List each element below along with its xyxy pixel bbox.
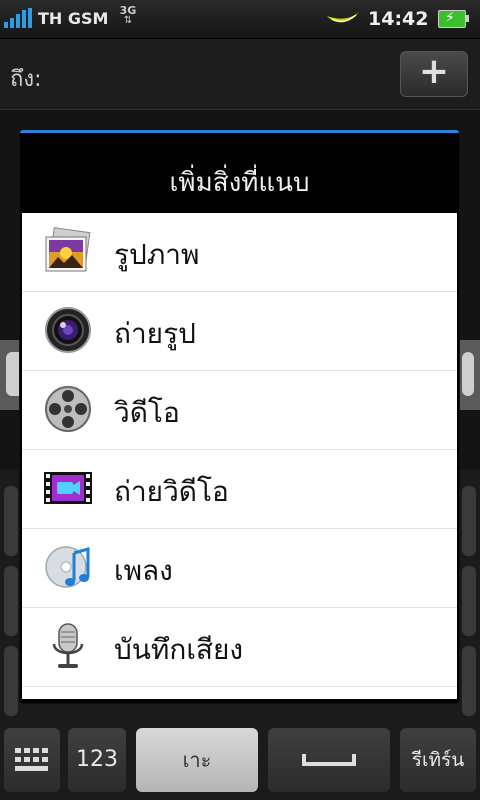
- return-key[interactable]: รีเทิร์น: [400, 728, 476, 792]
- list-item-label: ถ่ายวิดีโอ: [114, 475, 229, 508]
- gallery-icon: [45, 227, 91, 272]
- microphone-icon: [52, 623, 84, 668]
- network-type-icon: 3G ⇅: [118, 5, 138, 26]
- space-key[interactable]: [268, 728, 390, 792]
- leaf-icon: [327, 12, 359, 23]
- keyboard-grid-icon: [15, 748, 48, 771]
- keyboard-key[interactable]: [462, 646, 476, 716]
- list-item-take-photo[interactable]: ถ่ายรูป: [22, 292, 457, 371]
- keyboard-bottom-row: 123 เาะ รีเทิร์น: [0, 722, 480, 800]
- list-item-label: เพลง: [114, 554, 173, 587]
- video-reel-icon: [45, 386, 91, 432]
- battery-charging-icon: ⚡: [438, 10, 469, 28]
- list-item-record-video[interactable]: ถ่ายวิดีโอ: [22, 450, 457, 529]
- add-attachment-dialog: เพิ่มสิ่งที่แนบ รูปภาพ ถ่ายรูป วิดีโอ ถ่…: [20, 130, 459, 703]
- keyboard-key[interactable]: [462, 566, 476, 636]
- status-bar: TH GSM 3G ⇅ 14:42 ⚡: [0, 0, 480, 39]
- list-item-label: บันทึกเสียง: [114, 633, 244, 666]
- list-item-voice-recorder[interactable]: บันทึกเสียง: [22, 608, 457, 687]
- carrier-name: TH GSM: [38, 9, 109, 28]
- list-item-label: วิดีโอ: [114, 396, 180, 429]
- keyboard-key[interactable]: [462, 486, 476, 556]
- signal-strength-icon: [4, 8, 34, 28]
- camera-icon: [45, 307, 91, 353]
- numbers-key[interactable]: 123: [68, 728, 126, 792]
- data-activity-icon: ⇅: [123, 15, 133, 26]
- list-item-gallery[interactable]: รูปภาพ: [22, 213, 457, 292]
- list-item-label: ถ่ายรูป: [114, 317, 196, 350]
- keyboard-key[interactable]: [4, 566, 18, 636]
- clock: 14:42: [368, 8, 429, 30]
- attachment-options-list: รูปภาพ ถ่ายรูป วิดีโอ ถ่ายวิดีโอ เพลง บั…: [22, 213, 457, 699]
- keyboard-key[interactable]: [4, 486, 18, 556]
- recipient-row: ถึง: +: [0, 39, 480, 110]
- video-capture-icon: [44, 472, 92, 504]
- list-item-label: รูปภาพ: [114, 238, 200, 271]
- keyboard-layout-button[interactable]: [4, 728, 60, 792]
- list-item-video[interactable]: วิดีโอ: [22, 371, 457, 450]
- message-field-right[interactable]: [462, 352, 474, 396]
- dialog-title: เพิ่มสิ่งที่แนบ: [169, 168, 310, 198]
- add-recipient-button[interactable]: +: [400, 51, 468, 97]
- keyboard-key[interactable]: [4, 646, 18, 716]
- list-item-music[interactable]: เพลง: [22, 529, 457, 608]
- music-icon: [45, 546, 90, 588]
- to-label: ถึง:: [10, 67, 42, 92]
- space-bar-icon: [302, 754, 356, 766]
- letter-key[interactable]: เาะ: [136, 728, 258, 792]
